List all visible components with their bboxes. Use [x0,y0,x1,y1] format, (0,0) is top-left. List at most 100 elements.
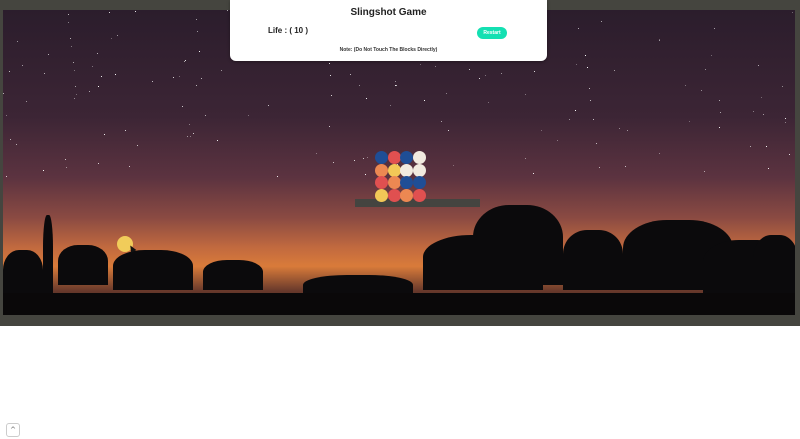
target-block [400,163,413,177]
star [128,166,130,168]
star [533,70,535,72]
instruction-note: Note: (Do Not Touch The Blocks Directly) [339,47,438,53]
star [42,169,44,171]
star [791,12,793,14]
scroll-top-button[interactable]: ^ [6,423,20,437]
game-header-panel: Slingshot Game Life : ( 10 ) Restart Not… [230,0,547,61]
star [16,143,18,145]
star [419,63,421,65]
tree-silhouette [563,230,623,290]
star [479,78,481,80]
tree-silhouette [473,205,563,285]
star [395,81,397,83]
star [601,21,603,23]
star [658,40,660,42]
star [453,165,455,167]
chevron-up-icon: ^ [10,426,16,434]
star [332,162,334,163]
star [103,133,105,135]
star [73,69,75,71]
star [350,74,352,76]
star [588,87,590,89]
star [704,68,706,70]
star [172,76,174,78]
restart-button[interactable]: Restart [477,27,507,39]
tree-silhouette [43,215,53,295]
star [3,92,5,94]
target-block [412,176,426,189]
star [586,67,588,69]
star [720,111,722,113]
star [488,101,490,103]
target-block [387,163,401,177]
target-block [375,176,388,189]
star [72,61,74,63]
target-block [375,188,388,202]
star [47,53,49,55]
star [761,97,762,99]
star [195,85,197,87]
star [423,99,425,101]
star [441,120,443,122]
star [189,136,191,138]
star [574,110,576,111]
target-block [400,176,413,189]
star [68,21,70,23]
star [137,145,139,147]
star [5,115,7,117]
star [125,130,126,132]
star [71,45,73,47]
star [328,63,330,65]
star [5,176,7,178]
star [331,94,333,96]
star [221,69,223,71]
star [108,12,110,14]
star [184,60,186,62]
star [469,68,471,70]
tree-silhouette [113,250,193,290]
star [762,113,764,115]
star [67,13,69,15]
star [183,61,185,63]
star [76,94,78,96]
target-block [412,163,426,177]
star [757,65,759,67]
target-block [400,188,413,202]
star [186,135,188,137]
star [25,101,27,103]
star [98,162,100,164]
star [247,114,249,116]
star [276,176,278,178]
star [501,73,503,74]
star [65,167,67,169]
star [43,72,45,74]
star [116,35,118,36]
star [365,174,367,176]
target-block [412,188,426,202]
target-block [412,151,426,164]
star [70,37,72,39]
star [701,90,703,92]
star [366,97,368,99]
star [89,91,91,93]
life-counter: Life : ( 10 ) [268,26,309,35]
star [768,167,769,169]
star [593,118,595,120]
star [152,81,154,83]
tree-silhouette [58,245,108,285]
star [711,54,713,56]
target-block [375,151,388,164]
star [718,99,720,101]
star [135,10,137,12]
star [578,27,580,29]
star [75,86,77,88]
star [366,157,368,159]
star [781,85,783,87]
ground [3,293,795,315]
tree-silhouette [203,260,263,290]
star [585,55,587,57]
star [316,152,318,154]
star [766,145,768,147]
star [182,106,184,108]
star [627,130,629,132]
